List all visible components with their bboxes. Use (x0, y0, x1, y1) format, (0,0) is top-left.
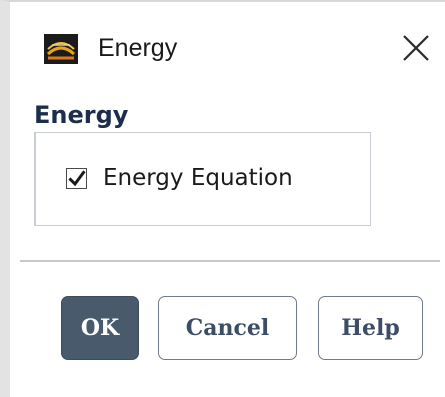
cancel-button[interactable]: Cancel (158, 296, 297, 360)
energy-dialog: Energy Energy Energy Equation OK Cancel … (20, 4, 445, 397)
close-icon[interactable] (398, 30, 434, 66)
fluent-app-icon (44, 34, 78, 64)
energy-equation-label: Energy Equation (103, 165, 293, 191)
checkmark-icon (68, 169, 86, 186)
section-title: Energy (34, 101, 129, 129)
energy-equation-option[interactable]: Energy Equation (66, 161, 293, 195)
window-title: Energy (98, 34, 178, 62)
help-button[interactable]: Help (318, 296, 423, 360)
energy-equation-checkbox[interactable] (66, 167, 87, 189)
title-bar: Energy (20, 4, 445, 90)
screen-frame: Energy Energy Energy Equation OK Cancel … (0, 0, 445, 397)
ok-button[interactable]: OK (61, 296, 139, 360)
divider (20, 260, 440, 262)
